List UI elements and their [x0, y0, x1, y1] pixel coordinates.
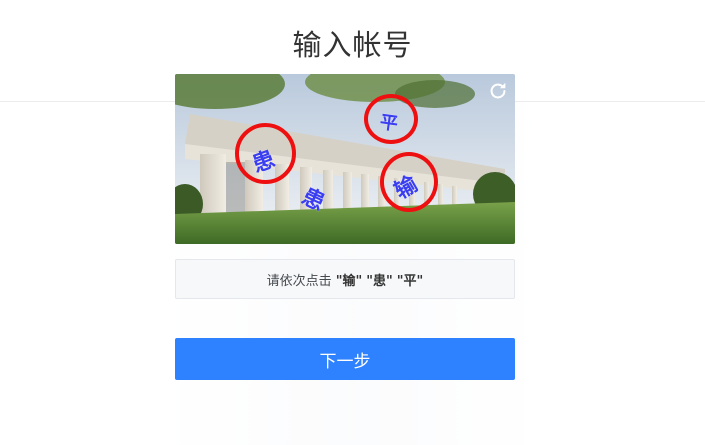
captcha-instruction: 请依次点击 "输" "患" "平" — [175, 259, 515, 299]
refresh-icon[interactable] — [487, 80, 509, 102]
next-button[interactable]: 下一步 — [175, 338, 515, 380]
selection-ring — [380, 152, 438, 212]
instruction-prefix: 请依次点击 — [266, 273, 332, 289]
login-page: 输入帐号 患 平 输 患 请依次点击 "输" "患" "平" 下一步 — [0, 0, 705, 445]
instruction-target: "输" — [335, 273, 363, 289]
selection-ring — [364, 94, 418, 144]
captcha-background-photo — [175, 74, 515, 244]
instruction-target: "患" — [366, 273, 393, 289]
selection-ring — [235, 123, 296, 184]
captcha-image[interactable]: 患 平 输 患 — [175, 74, 515, 244]
page-title: 输入帐号 — [292, 28, 413, 62]
instruction-target: "平" — [396, 273, 424, 289]
